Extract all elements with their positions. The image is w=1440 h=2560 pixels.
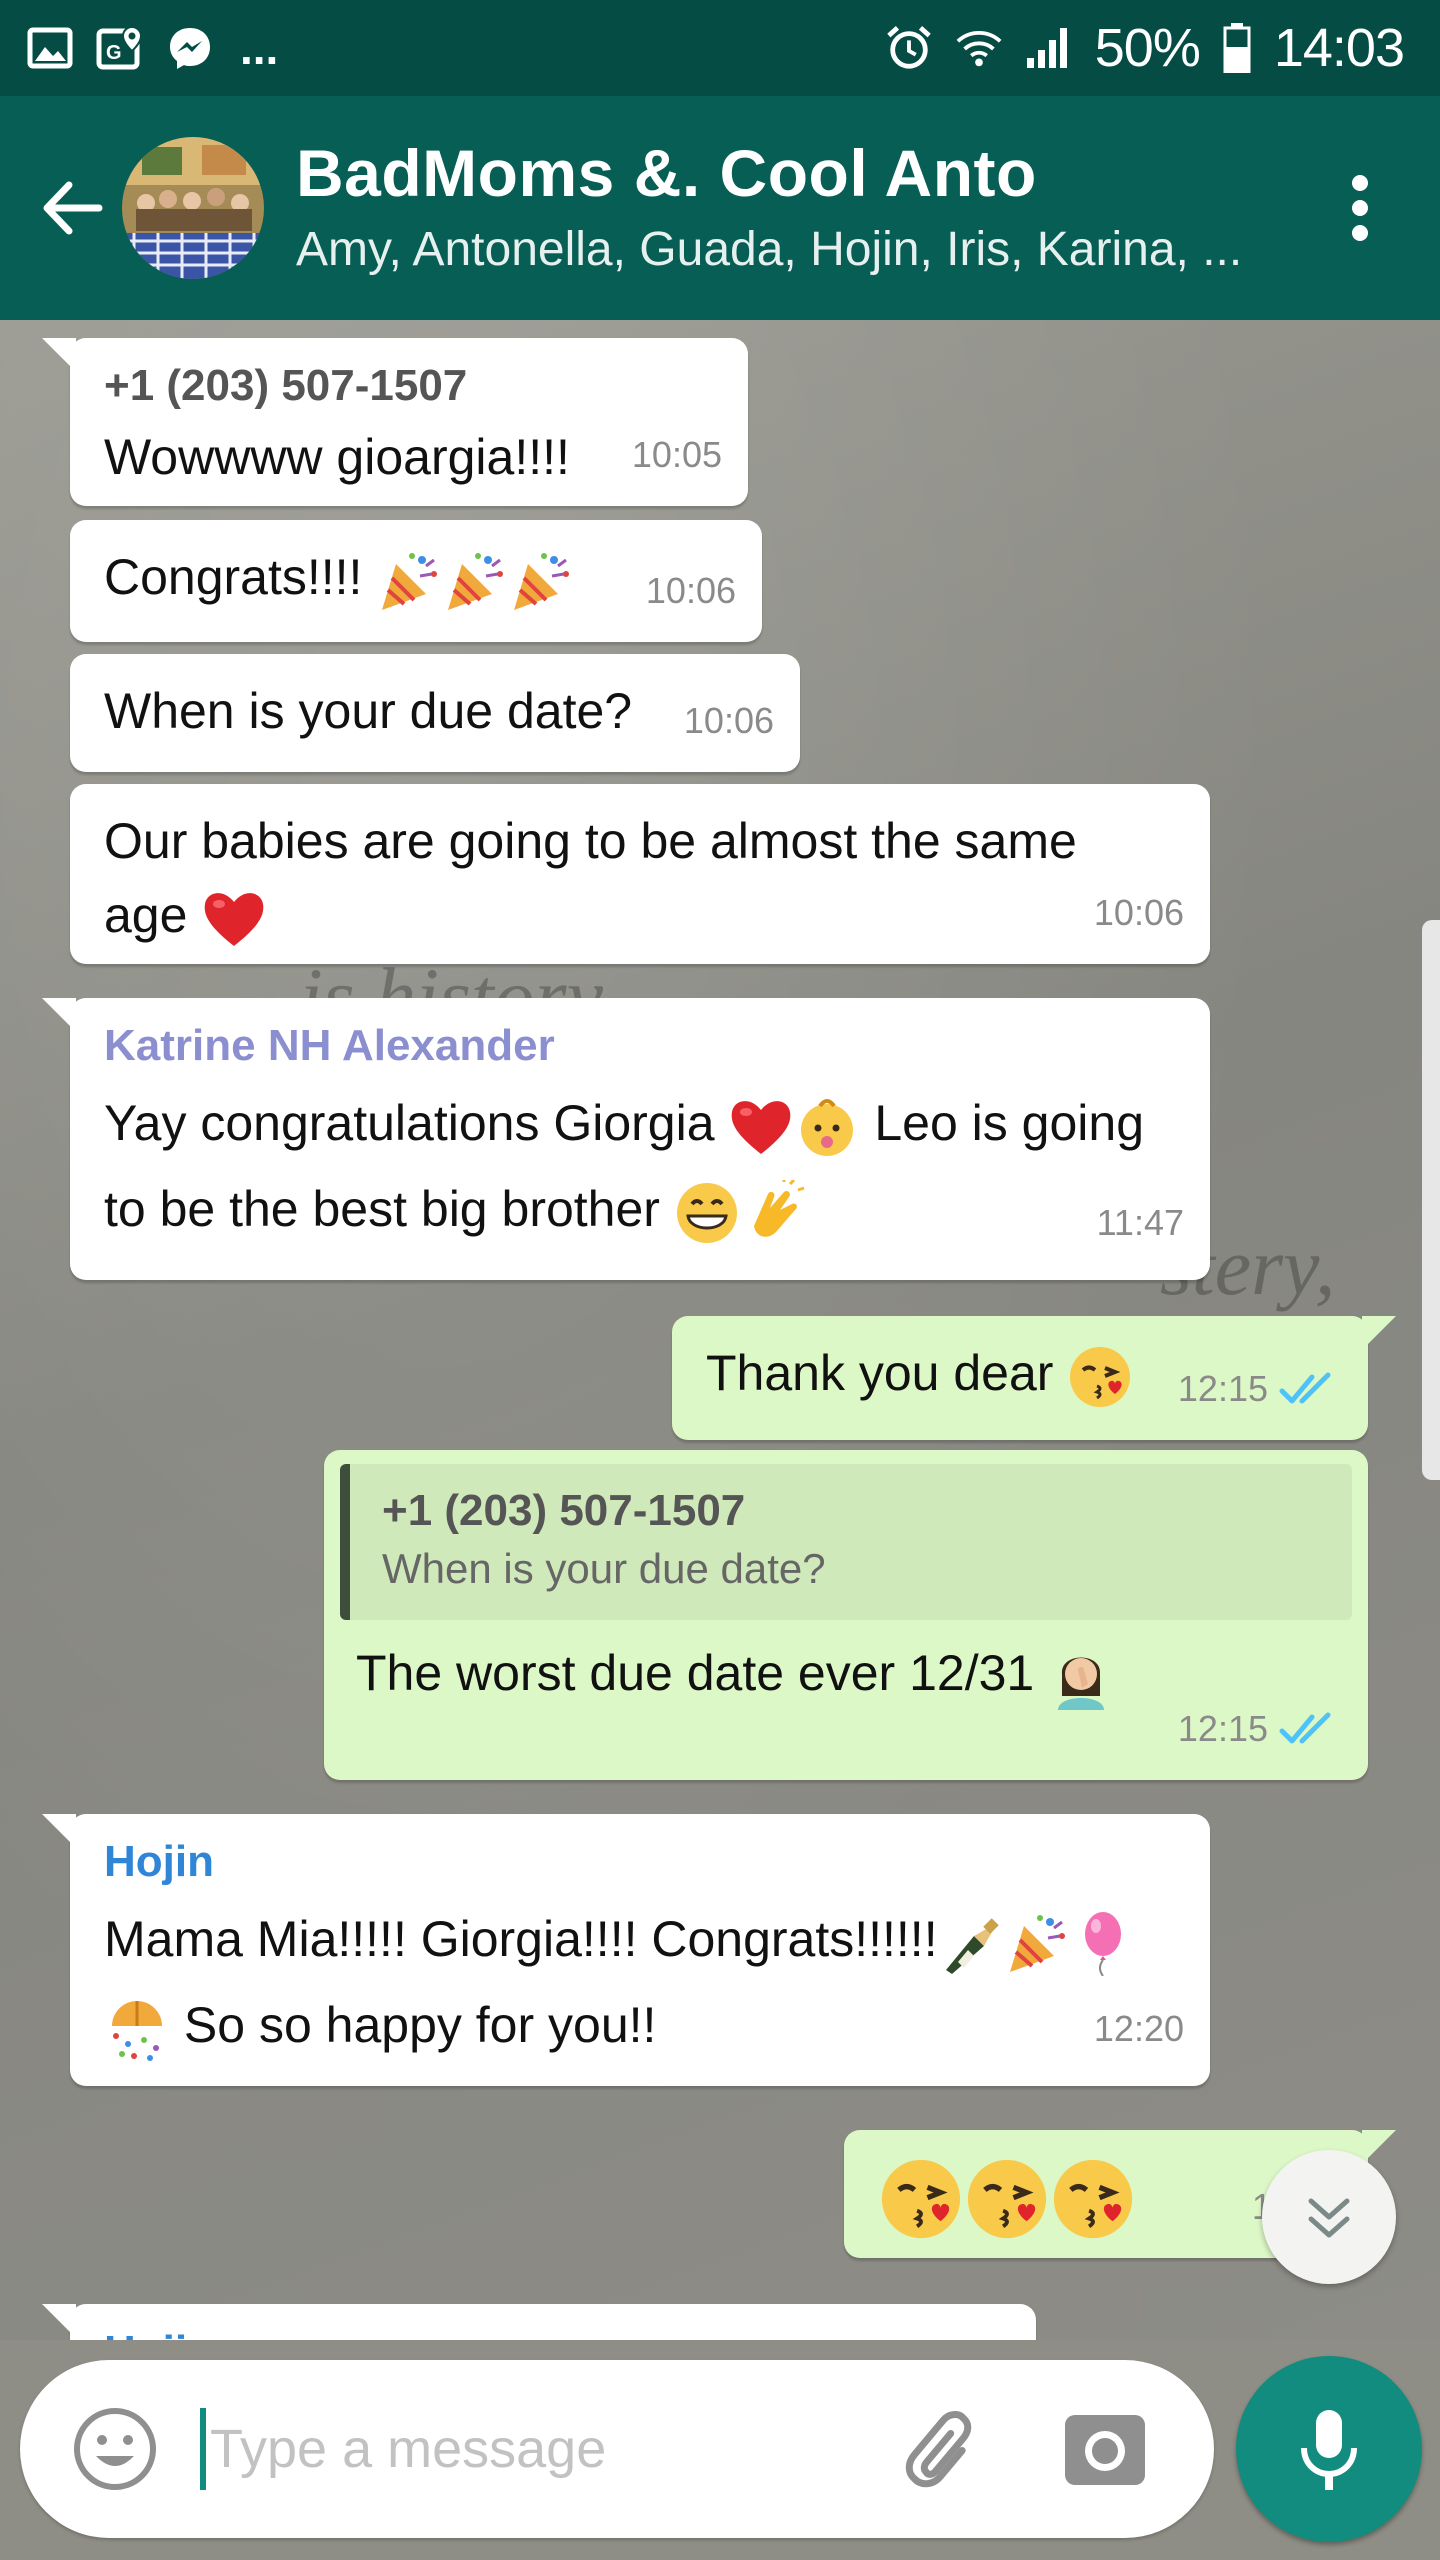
camera-icon: [1065, 2415, 1145, 2485]
microphone-icon: [1301, 2410, 1357, 2490]
message-text: Congrats!!!!: [104, 549, 363, 605]
battery-icon: [1222, 23, 1252, 73]
kissing-face-emoji: [964, 2156, 1050, 2242]
message-text: Wowwww gioargia!!!!: [104, 429, 570, 485]
party-popper-emoji: [376, 548, 442, 614]
maps-icon: G: [96, 24, 144, 72]
more-vert-icon: [1352, 175, 1368, 241]
message-incoming[interactable]: Hojin Mama Mia!!!!! Giorgia!!!! Congrats…: [42, 1814, 1210, 2086]
messenger-icon: [166, 24, 214, 72]
scroll-to-bottom-button[interactable]: [1262, 2150, 1396, 2284]
svg-text:G: G: [106, 42, 122, 64]
message-time: 12:15: [1178, 1692, 1342, 1766]
baby-emoji: [794, 1094, 860, 1160]
back-button[interactable]: [22, 148, 122, 268]
clock: 14:03: [1273, 18, 1405, 78]
more-notifications: ...: [240, 22, 279, 74]
message-sender: Hojin: [104, 1837, 214, 1886]
read-ticks-icon: [1279, 1712, 1331, 1744]
party-popper-emoji: [442, 548, 508, 614]
message-text: Thank you dear: [706, 1345, 1054, 1401]
message-sender: +1 (203) 507-1507: [104, 361, 468, 410]
message-sender: Hojin: [104, 2324, 1002, 2340]
back-arrow-icon: [43, 181, 103, 235]
read-ticks-icon: [1279, 1372, 1331, 1404]
chat-title-area[interactable]: BadMoms &. Cool Anto Amy, Antonella, Gua…: [296, 134, 1320, 282]
red-heart-emoji: [728, 1094, 794, 1160]
message-time: 12:20: [1093, 2008, 1184, 2049]
grinning-face-emoji: [674, 1180, 740, 1246]
text-cursor: [200, 2408, 206, 2490]
message-incoming[interactable]: Katrine NH Alexander Yay congratulations…: [42, 998, 1210, 1280]
kissing-face-emoji: [1067, 1344, 1133, 1410]
attach-button[interactable]: [890, 2394, 1000, 2504]
message-sender: Katrine NH Alexander: [104, 1021, 555, 1070]
party-popper-emoji: [508, 548, 574, 614]
battery-percent: 50%: [1094, 18, 1201, 78]
scroll-edge: [1422, 920, 1440, 1480]
message-time: 12:15: [1178, 1352, 1342, 1426]
status-bar-right: 50% 14:03: [885, 17, 1405, 79]
group-avatar[interactable]: [122, 137, 264, 279]
message-text: Yay congratulations Giorgia Leo is going…: [104, 1080, 1176, 1252]
status-bar-left: G ...: [26, 21, 278, 75]
camera-button[interactable]: [1050, 2394, 1160, 2504]
facepalm-woman-emoji: [1048, 1644, 1114, 1710]
more-options-button[interactable]: [1320, 148, 1400, 268]
message-incoming-partial[interactable]: Hojin: [42, 2304, 1036, 2340]
quoted-message[interactable]: +1 (203) 507-1507 When is your due date?: [340, 1464, 1352, 1620]
quoted-text: When is your due date?: [382, 1545, 826, 1592]
confetti-ball-emoji: [104, 1996, 170, 2062]
message-input[interactable]: [210, 2418, 870, 2480]
chat-area[interactable]: is history stery, +1 (203) 507-1507 Woww…: [0, 320, 1440, 2340]
clapping-hands-emoji: [740, 1179, 806, 1246]
message-time: 10:06: [683, 700, 774, 741]
message-text: When is your due date?: [104, 683, 633, 739]
message-outgoing[interactable]: +1 (203) 507-1507 When is your due date?…: [324, 1450, 1368, 1780]
balloon-emoji: [1070, 1910, 1136, 1976]
status-bar: G ... 50% 14:03: [0, 0, 1440, 96]
quoted-sender: +1 (203) 507-1507: [382, 1486, 746, 1535]
message-incoming[interactable]: +1 (203) 507-1507 Wowwww gioargia!!!! 10…: [42, 338, 748, 506]
red-heart-emoji: [201, 886, 267, 952]
message-input-bar: [20, 2360, 1214, 2538]
kissing-face-emoji: [878, 2156, 964, 2242]
message-outgoing[interactable]: Thank you dear 12:15: [672, 1316, 1396, 1440]
kissing-face-emoji: [1050, 2156, 1136, 2242]
voice-record-button[interactable]: [1236, 2356, 1422, 2542]
double-chevron-down-icon: [1308, 2198, 1350, 2238]
party-popper-emoji: [1004, 1910, 1070, 1976]
paperclip-icon: [905, 2411, 972, 2488]
wifi-icon: [955, 24, 1003, 72]
chat-participants: Amy, Antonella, Guada, Hojin, Iris, Kari…: [296, 223, 1243, 276]
chat-title: BadMoms &. Cool Anto: [296, 136, 1037, 210]
signal-icon: [1025, 24, 1073, 72]
message-incoming[interactable]: Congrats!!!! 10:06: [70, 520, 762, 642]
emoji-button[interactable]: [60, 2394, 170, 2504]
champagne-emoji: [938, 1910, 1004, 1976]
chat-header: BadMoms &. Cool Anto Amy, Antonella, Gua…: [0, 96, 1440, 320]
message-time: 10:06: [1093, 892, 1184, 933]
message-time: 11:47: [1096, 1202, 1184, 1243]
alarm-icon: [885, 24, 933, 72]
message-time: 10:05: [631, 434, 722, 475]
message-time: 10:06: [645, 570, 736, 611]
message-incoming[interactable]: Our babies are going to be almost the sa…: [70, 784, 1210, 964]
message-text: Mama Mia!!!!! Giorgia!!!! Congrats!!!!!!…: [104, 1896, 1176, 2068]
gallery-icon: [26, 24, 74, 72]
smiley-icon: [74, 2408, 156, 2490]
message-incoming[interactable]: When is your due date? 10:06: [70, 654, 800, 772]
message-text: The worst due date ever 12/31: [356, 1645, 1035, 1701]
